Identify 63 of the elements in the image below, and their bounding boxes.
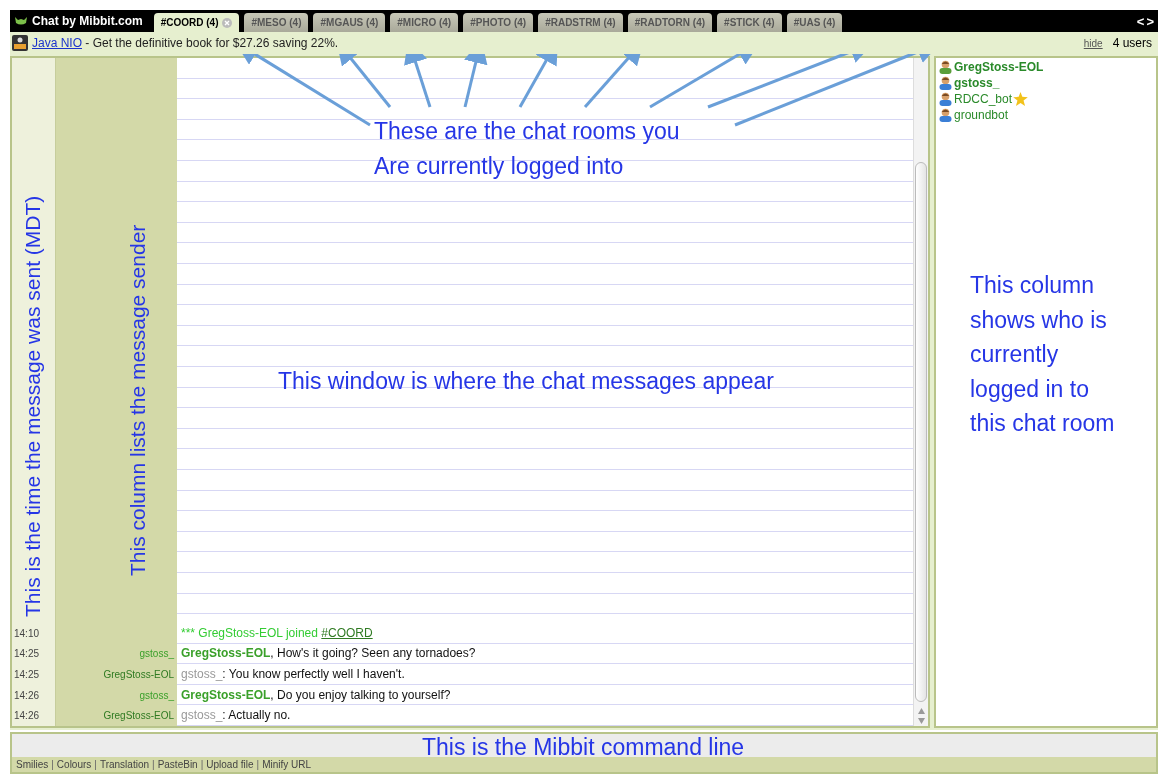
footer-link[interactable]: PasteBin bbox=[157, 759, 198, 770]
footer-link[interactable]: Translation bbox=[99, 759, 150, 770]
user-count: 4 users bbox=[1112, 36, 1152, 50]
scroll-down-icon[interactable] bbox=[917, 718, 925, 724]
channel-tab[interactable]: #PHOTO (4) bbox=[463, 13, 534, 32]
message-time: 14:25 bbox=[12, 664, 56, 685]
scrollbar[interactable] bbox=[913, 58, 928, 726]
ad-text: Java NIO - Get the definitive book for $27.26 saving 22%. bbox=[32, 36, 339, 50]
channel-tab[interactable]: #MESO (4) bbox=[244, 13, 309, 32]
message-time: 14:25 bbox=[12, 643, 56, 665]
join-notice: *** GregStoss-EOL joined #COORD bbox=[177, 623, 913, 644]
channel-tab[interactable]: #MICRO (4) bbox=[390, 13, 459, 32]
user-icon bbox=[938, 108, 953, 122]
message-sender: GregStoss-EOL bbox=[56, 705, 177, 726]
hide-link[interactable]: hide bbox=[1083, 37, 1103, 49]
annotation-text: This column lists the message sender bbox=[126, 224, 150, 576]
message-text: GregStoss-EOL, How's it going? Seen any tornadoes? bbox=[177, 643, 913, 665]
message-time: 14:26 bbox=[12, 705, 56, 726]
channel-tab[interactable]: #COORD (4) bbox=[153, 13, 240, 32]
footer-link[interactable]: Upload file bbox=[206, 759, 254, 770]
user-icon bbox=[938, 76, 953, 90]
close-icon[interactable] bbox=[222, 17, 233, 28]
user-icon bbox=[938, 60, 953, 74]
book-icon bbox=[12, 35, 28, 51]
separator: | bbox=[51, 759, 54, 770]
user-item[interactable]: groundbot bbox=[938, 108, 1154, 122]
channel-tab[interactable]: #RADSTRM (4) bbox=[538, 13, 623, 32]
user-item[interactable]: RDCC_bot bbox=[938, 92, 1154, 106]
message-text: gstoss_: You know perfectly well I haven't. bbox=[177, 664, 913, 685]
brand-title: Chat by Mibbit.com bbox=[14, 10, 149, 32]
channel-tab[interactable]: #STICK (4) bbox=[717, 13, 782, 32]
annotation-text: This is the Mibbit command line bbox=[422, 733, 745, 762]
scroll-up-icon[interactable] bbox=[917, 708, 925, 714]
annotation-text: This column shows who is currently logged in to this chat room bbox=[970, 271, 1115, 438]
message-text: gstoss_: Actually no. bbox=[177, 705, 913, 726]
channel-tab[interactable]: #RADTORN (4) bbox=[627, 13, 713, 32]
channel-link[interactable]: #COORD bbox=[321, 625, 373, 640]
tab-scroll-button[interactable]: > bbox=[1146, 13, 1154, 29]
separator: | bbox=[256, 759, 260, 770]
message-time: 14:10 bbox=[12, 623, 56, 644]
footer-link[interactable]: Minify URL bbox=[262, 759, 312, 770]
message-sender: GregStoss-EOL bbox=[56, 664, 177, 685]
message-sender: gstoss_ bbox=[56, 684, 177, 706]
separator: | bbox=[200, 759, 204, 770]
annotation-text: This window is where the chat messages appear bbox=[278, 367, 775, 396]
command-input[interactable] bbox=[12, 734, 1156, 757]
message-time: 14:26 bbox=[12, 684, 56, 706]
channel-tab[interactable]: #UAS (4) bbox=[786, 13, 843, 32]
ad-link[interactable]: Java NIO bbox=[32, 36, 82, 50]
footer-link[interactable]: Colours bbox=[56, 759, 92, 770]
user-item[interactable]: gstoss_ bbox=[938, 76, 1154, 90]
user-item[interactable]: GregStoss-EOL bbox=[938, 60, 1154, 74]
tab-scroll-button[interactable]: < bbox=[1136, 13, 1145, 29]
user-icon bbox=[938, 92, 953, 106]
message-text: GregStoss-EOL, Do you enjoy talking to yourself? bbox=[177, 684, 913, 706]
separator: | bbox=[94, 759, 97, 770]
footer-link[interactable]: Smilies bbox=[16, 759, 49, 770]
channel-tab[interactable]: #MGAUS (4) bbox=[313, 13, 386, 32]
annotation-text: This is the time the message was sent (MDT) bbox=[21, 195, 45, 617]
cat-logo-icon bbox=[14, 16, 28, 26]
separator: | bbox=[152, 759, 155, 770]
annotation-text: These are the chat rooms you Are currently logged into bbox=[374, 117, 680, 181]
message-sender: gstoss_ bbox=[56, 643, 177, 665]
